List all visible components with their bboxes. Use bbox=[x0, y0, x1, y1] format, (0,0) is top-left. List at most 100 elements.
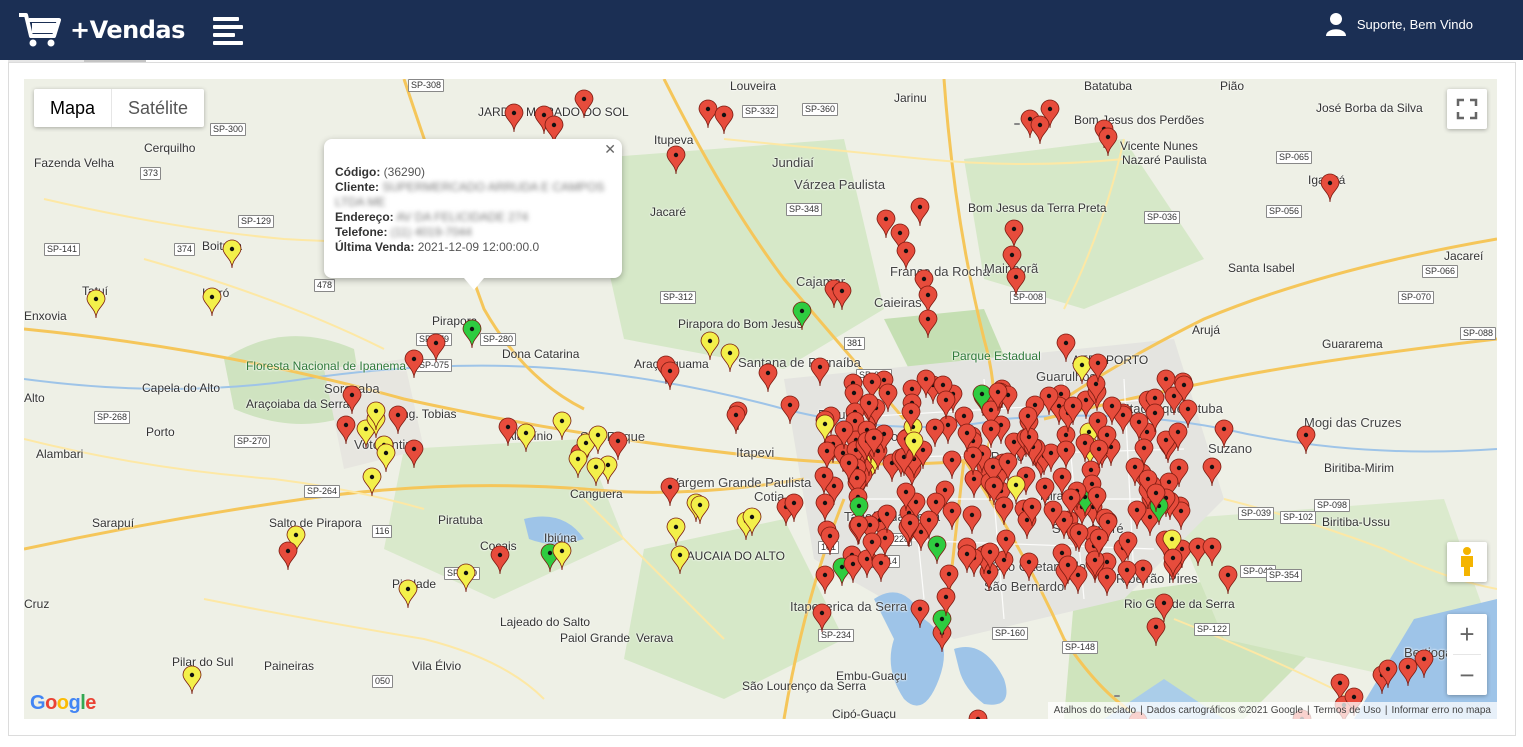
customer-marker-icon[interactable] bbox=[1063, 396, 1083, 426]
customer-marker-icon[interactable] bbox=[925, 418, 945, 448]
customer-marker-icon[interactable] bbox=[1163, 548, 1183, 578]
customer-marker-icon[interactable] bbox=[362, 467, 382, 497]
customer-marker-icon[interactable] bbox=[919, 510, 939, 540]
customer-marker-icon[interactable] bbox=[998, 452, 1018, 482]
customer-marker-icon[interactable] bbox=[784, 493, 804, 523]
customer-marker-icon[interactable] bbox=[1202, 457, 1222, 487]
customer-marker-icon[interactable] bbox=[1030, 115, 1050, 145]
customer-marker-icon[interactable] bbox=[490, 545, 510, 575]
customer-marker-icon[interactable] bbox=[1214, 419, 1234, 449]
customer-marker-icon[interactable] bbox=[896, 482, 916, 512]
customer-marker-icon[interactable] bbox=[660, 477, 680, 507]
customer-marker-icon[interactable] bbox=[666, 517, 686, 547]
customer-marker-icon[interactable] bbox=[812, 603, 832, 633]
customer-marker-icon[interactable] bbox=[936, 390, 956, 420]
customer-marker-icon[interactable] bbox=[498, 417, 518, 447]
customer-marker-icon[interactable] bbox=[720, 343, 740, 373]
customer-marker-icon[interactable] bbox=[1146, 483, 1166, 513]
customer-marker-icon[interactable] bbox=[1117, 560, 1137, 590]
customer-marker-icon[interactable] bbox=[1098, 127, 1118, 157]
terms-link[interactable]: Termos de Uso bbox=[1314, 705, 1381, 716]
customer-marker-icon[interactable] bbox=[462, 319, 482, 349]
customer-marker-icon[interactable] bbox=[1378, 659, 1398, 689]
customer-marker-icon[interactable] bbox=[1218, 565, 1238, 595]
customer-marker-icon[interactable] bbox=[916, 369, 936, 399]
map-container[interactable]: TatuíBoituvaIperóCerquilhoFazenda VelhaE… bbox=[24, 79, 1497, 719]
customer-marker-icon[interactable] bbox=[366, 401, 386, 431]
customer-marker-icon[interactable] bbox=[981, 419, 1001, 449]
customer-marker-icon[interactable] bbox=[832, 281, 852, 311]
customer-marker-icon[interactable] bbox=[968, 709, 988, 719]
customer-marker-icon[interactable] bbox=[552, 411, 572, 441]
report-error-link[interactable]: Informar erro no mapa bbox=[1392, 705, 1492, 716]
keyboard-shortcuts-link[interactable]: Atalhos do teclado bbox=[1054, 705, 1136, 716]
fullscreen-button[interactable] bbox=[1447, 89, 1487, 129]
customer-marker-icon[interactable] bbox=[792, 301, 812, 331]
customer-marker-icon[interactable] bbox=[1018, 406, 1038, 436]
customer-marker-icon[interactable] bbox=[1202, 537, 1222, 567]
customer-marker-icon[interactable] bbox=[388, 405, 408, 435]
customer-marker-icon[interactable] bbox=[1043, 500, 1063, 530]
customer-marker-icon[interactable] bbox=[182, 665, 202, 695]
customer-marker-icon[interactable] bbox=[910, 197, 930, 227]
customer-marker-icon[interactable] bbox=[942, 501, 962, 531]
customer-marker-icon[interactable] bbox=[864, 428, 884, 458]
customer-marker-icon[interactable] bbox=[900, 513, 920, 543]
customer-marker-icon[interactable] bbox=[516, 423, 536, 453]
customer-marker-icon[interactable] bbox=[1146, 617, 1166, 647]
customer-marker-icon[interactable] bbox=[1006, 267, 1026, 297]
customer-marker-icon[interactable] bbox=[1145, 403, 1165, 433]
customer-marker-icon[interactable] bbox=[202, 287, 222, 317]
customer-marker-icon[interactable] bbox=[426, 333, 446, 363]
customer-marker-icon[interactable] bbox=[936, 587, 956, 617]
customer-marker-icon[interactable] bbox=[86, 289, 106, 319]
brand-logo[interactable]: +Vendas bbox=[18, 12, 185, 48]
customer-marker-icon[interactable] bbox=[942, 450, 962, 480]
customer-marker-icon[interactable] bbox=[1089, 439, 1109, 469]
zoom-in-button[interactable]: + bbox=[1447, 614, 1487, 654]
customer-marker-icon[interactable] bbox=[901, 402, 921, 432]
customer-marker-icon[interactable] bbox=[859, 393, 879, 423]
customer-marker-icon[interactable] bbox=[876, 209, 896, 239]
map-type-map-button[interactable]: Mapa bbox=[34, 89, 111, 127]
customer-marker-icon[interactable] bbox=[1320, 173, 1340, 203]
customer-marker-icon[interactable] bbox=[670, 545, 690, 575]
customer-marker-icon[interactable] bbox=[758, 363, 778, 393]
customer-marker-icon[interactable] bbox=[336, 415, 356, 445]
customer-marker-icon[interactable] bbox=[726, 405, 746, 435]
close-icon[interactable]: ✕ bbox=[604, 141, 616, 158]
customer-marker-icon[interactable] bbox=[962, 505, 982, 535]
customer-marker-icon[interactable] bbox=[742, 507, 762, 537]
customer-marker-icon[interactable] bbox=[1089, 528, 1109, 558]
customer-marker-icon[interactable] bbox=[820, 526, 840, 556]
customer-marker-icon[interactable] bbox=[815, 414, 835, 444]
customer-marker-icon[interactable] bbox=[1134, 438, 1154, 468]
customer-marker-icon[interactable] bbox=[1414, 649, 1434, 679]
customer-marker-icon[interactable] bbox=[810, 357, 830, 387]
customer-marker-icon[interactable] bbox=[815, 565, 835, 595]
google-logo[interactable]: Google bbox=[30, 692, 96, 715]
customer-marker-icon[interactable] bbox=[700, 331, 720, 361]
customer-marker-icon[interactable] bbox=[839, 453, 859, 483]
customer-marker-icon[interactable] bbox=[878, 383, 898, 413]
customer-marker-icon[interactable] bbox=[586, 457, 606, 487]
customer-marker-icon[interactable] bbox=[896, 241, 916, 271]
customer-marker-icon[interactable] bbox=[904, 431, 924, 461]
customer-marker-icon[interactable] bbox=[666, 145, 686, 175]
customer-marker-icon[interactable] bbox=[504, 103, 524, 133]
street-view-pegman[interactable] bbox=[1447, 542, 1487, 582]
customer-marker-icon[interactable] bbox=[918, 309, 938, 339]
customer-marker-icon[interactable] bbox=[780, 395, 800, 425]
customer-marker-icon[interactable] bbox=[568, 449, 588, 479]
customer-marker-icon[interactable] bbox=[714, 105, 734, 135]
customer-marker-icon[interactable] bbox=[222, 239, 242, 269]
customer-marker-icon[interactable] bbox=[404, 439, 424, 469]
customer-marker-icon[interactable] bbox=[1022, 497, 1042, 527]
customer-marker-icon[interactable] bbox=[660, 361, 680, 391]
customer-marker-icon[interactable] bbox=[1088, 353, 1108, 383]
customer-marker-icon[interactable] bbox=[690, 495, 710, 525]
customer-marker-icon[interactable] bbox=[815, 493, 835, 523]
customer-marker-icon[interactable] bbox=[988, 382, 1008, 412]
customer-marker-icon[interactable] bbox=[1296, 425, 1316, 455]
customer-marker-icon[interactable] bbox=[552, 541, 572, 571]
